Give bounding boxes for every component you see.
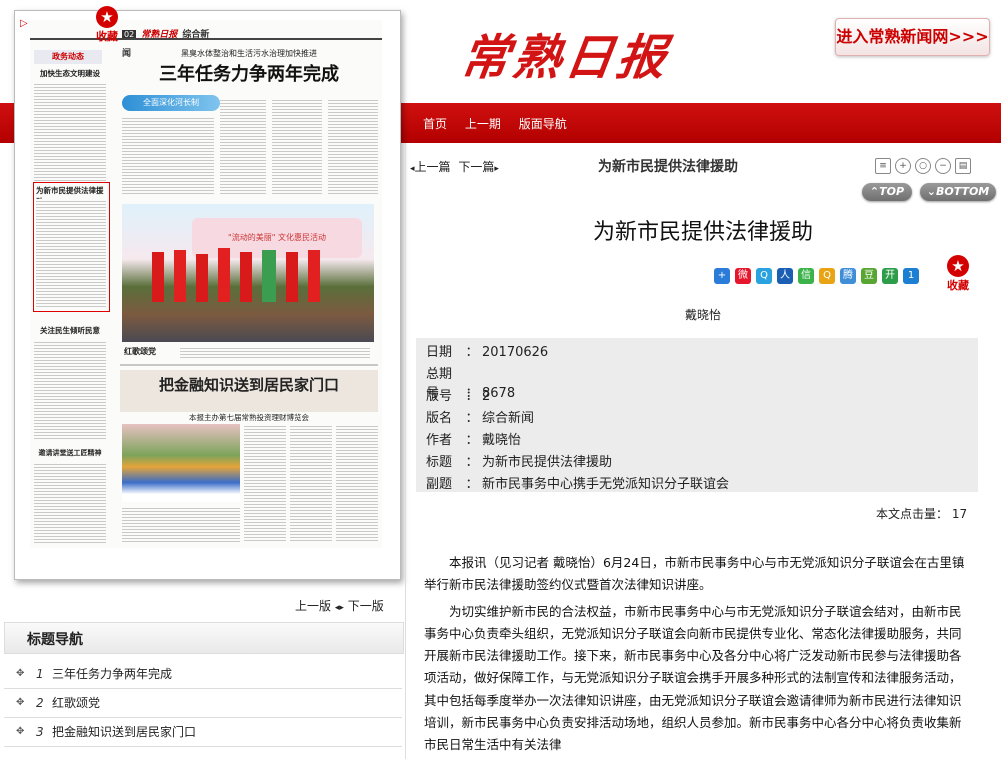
favorite-button-right[interactable]: ★ 收藏 [945,255,971,293]
star-icon: ★ [947,255,969,277]
diamond-bullet-icon: ✥ [16,726,25,737]
scroll-bottom-button[interactable]: ⌄BOTTOM [920,183,996,201]
title-nav-item[interactable]: ✥ 1 三年任务力争两年完成 [4,660,402,689]
article-header-title: 为新市民提供法律援助 [598,159,738,175]
article-toolbar: ≡ + ○ − ▤ [875,153,975,174]
meta-row-date: 日期： 20170626 [426,345,549,360]
masthead-logo[interactable]: 常熟日报 [457,18,675,88]
selected-article-box[interactable]: 为新市民提供法律援助 [33,182,110,312]
next-article-arrow-icon: ▸ [494,164,499,174]
zoom-reset-icon[interactable]: ○ [915,158,931,174]
meta-row-title: 标题：为新市民提供法律援助 [426,455,613,470]
page-navigation: 上一版 ◂▸ 下一版 [295,597,384,614]
diamond-bullet-icon: ✥ [16,668,25,679]
sub-headline: 把金融知识送到居民家门口 [158,376,339,394]
bottom-label: BOTTOM [935,185,990,198]
meta-row-page-name: 版名：综合新闻 [426,411,535,426]
article-title: 为新市民提供法律援助 [592,220,813,245]
title-nav-item[interactable]: ✥ 3 把金融知识送到居民家门口 [4,718,402,747]
article-body: 本报讯（见习记者 戴晓怡）6月24日，市新市民事务中心与市无党派知识分子联谊会在… [424,552,970,761]
theme-banner: 全面深化河长制 [122,95,220,111]
top-nav: 首页 上一期 版面导航 [423,115,581,133]
down-arrow-icon: ⌄ [926,185,936,198]
douban-icon[interactable]: 豆 [861,267,877,284]
title-nav-number: 1 [36,667,44,681]
next-page-link[interactable]: 下一版 [348,599,384,613]
column-story-3[interactable]: 关注民生倾听民意 [34,325,106,336]
article-author: 戴晓怡 [684,308,721,322]
column-header: 政务动态 [34,50,102,64]
hit-counter: 本文点击量： 17 [876,505,967,522]
sub-photo[interactable] [122,424,240,502]
print-icon[interactable]: ▤ [955,158,971,174]
share-more-icon[interactable]: 1 [903,267,919,284]
article-prev-next: ◂上一篇 下一篇▸ [410,158,499,175]
enter-news-site-link[interactable]: 进入常熟新闻网>>> [835,18,990,56]
nav-previous-issue[interactable]: 上一期 [465,117,501,131]
column-story-4[interactable]: 邀请讲堂送工匠精神 [34,448,106,458]
favorite-label: 收藏 [96,30,118,43]
weibo-icon[interactable]: 微 [735,267,751,284]
title-nav-label[interactable]: 把金融知识送到居民家门口 [52,718,196,746]
prev-page-link[interactable]: 上一版 [295,599,331,613]
newspaper-page-image[interactable]: 02 常熟日报 综合新闻 政务动态 加快生态文明建设 为新市民提供法律援助 关注… [30,20,382,548]
next-article-link[interactable]: 下一篇 [458,160,494,174]
meta-row-author: 作者：戴晓怡 [426,433,522,448]
column-story-1[interactable]: 加快生态文明建设 [34,68,106,79]
favorite-label: 收藏 [947,279,969,292]
hits-value: 17 [951,507,968,521]
article-meta-box: 日期： 20170626 总期号： 8678 版号： 2 版名：综合新闻 作者：戴晓怡… [416,338,978,492]
share-buttons: + 微 Q 人信 Q 腾豆开 1 [714,265,924,284]
kaixin-icon[interactable]: 开 [882,267,898,284]
title-nav-number: 2 [36,696,44,710]
sub-headline-box[interactable]: 把金融知识送到居民家门口 [120,370,378,412]
edition-bar: 02 常熟日报 综合新闻 [122,30,210,59]
nav-page-navigation[interactable]: 版面导航 [519,117,567,131]
next-arrow-icon[interactable]: ▸ [339,603,344,613]
sub-kicker: 本报主办第七届常熟投资理财博览会 [189,413,309,422]
tencent-weibo-icon[interactable]: 腾 [840,267,856,284]
scroll-top-button[interactable]: ⌃TOP [862,183,912,201]
hits-label: 本文点击量： [876,507,949,521]
wechat-icon[interactable]: 信 [798,267,814,284]
nav-home[interactable]: 首页 [423,117,447,131]
main-headline[interactable]: 三年任务力争两年完成 [120,60,378,86]
favorite-button-left[interactable]: ★ 收藏 [92,6,122,44]
photo-caption: 红歌颂党 [124,347,156,356]
title-nav-heading: 标题导航 [27,632,83,648]
title-nav-label[interactable]: 红歌颂党 [52,689,100,717]
article-paragraph: 为切实维护新市民的合法权益，市新市民事务中心与市无党派知识分子联谊会结对，由新市… [424,603,962,753]
headline-kicker: 黑臭水体整治和生活污水治理加快推进 [181,49,317,58]
title-nav-number: 3 [36,725,44,739]
qq-icon[interactable]: Q [819,267,835,284]
article-paragraph: 本报讯（见习记者 戴晓怡）6月24日，市新市民事务中心与市无党派知识分子联谊会在… [424,555,965,593]
page-corner-arrow-icon: ▷ [20,18,28,29]
list-icon[interactable]: ≡ [875,158,891,174]
meta-row-subtitle: 副题：新市民事务中心携手无党派知识分子联谊会 [426,477,730,492]
star-icon: ★ [96,6,118,28]
qzone-icon[interactable]: Q [756,267,772,284]
main-photo[interactable]: "流动的美丽" 文化惠民活动 [122,204,374,342]
title-nav-header: 标题导航 [4,622,404,654]
top-label: TOP [879,185,905,198]
meta-row-page-number: 版号： 2 [426,389,491,404]
diamond-bullet-icon: ✥ [16,697,25,708]
zoom-in-icon[interactable]: + [895,158,911,174]
prev-article-link[interactable]: 上一篇 [415,160,451,174]
title-nav-label[interactable]: 三年任务力争两年完成 [52,660,172,688]
renren-icon[interactable]: 人 [777,267,793,284]
zoom-out-icon[interactable]: − [935,158,951,174]
share-plus-icon[interactable]: + [714,267,730,284]
title-nav-item[interactable]: ✥ 2 红歌颂党 [4,689,402,718]
up-arrow-icon: ⌃ [869,185,880,198]
